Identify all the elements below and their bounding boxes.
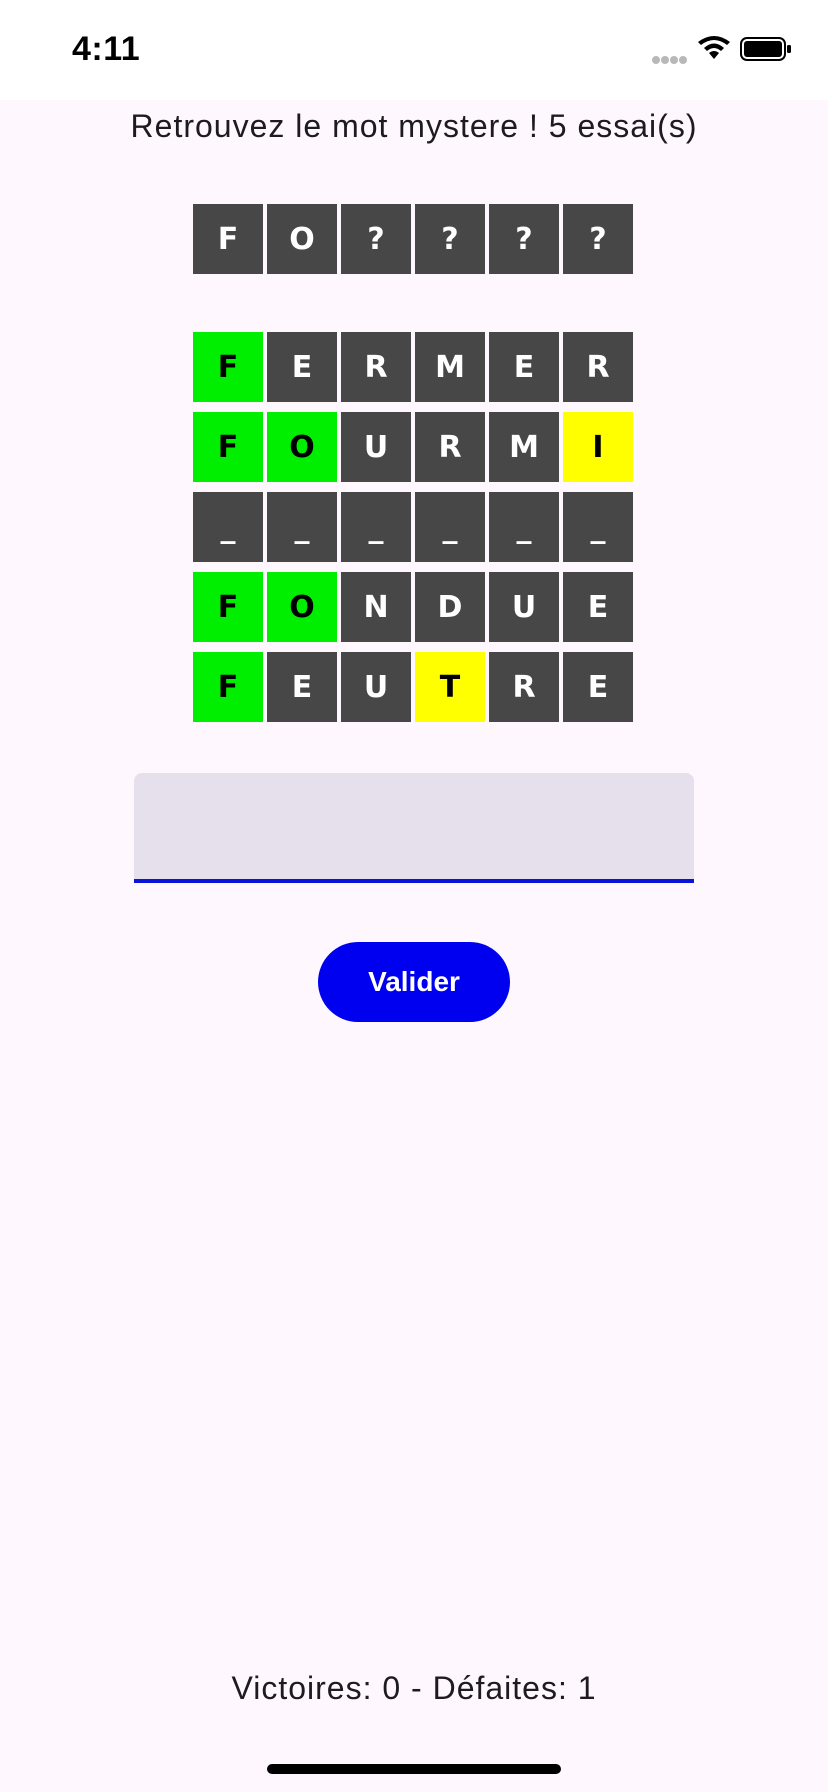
guess-tile: R	[489, 652, 559, 722]
mystery-tile: F	[193, 204, 263, 274]
guess-row: F O U R M I	[193, 412, 635, 482]
guess-tile: E	[563, 652, 633, 722]
guess-row: F E R M E R	[193, 332, 635, 402]
battery-icon	[740, 37, 791, 61]
status-time: 4:11	[72, 30, 141, 68]
guess-tile: O	[267, 572, 337, 642]
guess-tile: _	[267, 492, 337, 562]
guess-tile: F	[193, 412, 263, 482]
mystery-word-row: F O ? ? ? ?	[193, 204, 635, 274]
guess-tile: E	[267, 332, 337, 402]
guess-tile: U	[341, 652, 411, 722]
guess-tile: F	[193, 652, 263, 722]
guess-tile: M	[415, 332, 485, 402]
guess-tile: _	[563, 492, 633, 562]
cellular-signal-icon	[652, 51, 692, 64]
guess-tile: N	[341, 572, 411, 642]
guess-tile: R	[415, 412, 485, 482]
guess-tile: O	[267, 412, 337, 482]
guess-row: F E U T R E	[193, 652, 635, 722]
guess-tile: R	[563, 332, 633, 402]
guess-tile: F	[193, 332, 263, 402]
guess-tile: _	[341, 492, 411, 562]
status-bar: 4:11	[0, 0, 828, 100]
mystery-tile: ?	[341, 204, 411, 274]
guess-tile: D	[415, 572, 485, 642]
guess-tile: E	[267, 652, 337, 722]
guess-tile: F	[193, 572, 263, 642]
mystery-tile: ?	[563, 204, 633, 274]
guess-input-field[interactable]	[134, 773, 694, 883]
guess-tile: I	[563, 412, 633, 482]
validate-button[interactable]: Valider	[318, 942, 510, 1022]
guess-input[interactable]	[134, 773, 694, 879]
guess-tile: _	[415, 492, 485, 562]
guess-tile: _	[193, 492, 263, 562]
score-text: Victoires: 0 - Défaites: 1	[231, 1670, 597, 1706]
guess-row: F O N D U E	[193, 572, 635, 642]
wifi-icon	[698, 36, 730, 59]
guess-tile: E	[563, 572, 633, 642]
guess-tile: U	[341, 412, 411, 482]
guess-tile: _	[489, 492, 559, 562]
guess-tile: R	[341, 332, 411, 402]
mystery-tile: ?	[415, 204, 485, 274]
guess-row: _ _ _ _ _ _	[193, 492, 635, 562]
guess-tile: M	[489, 412, 559, 482]
mystery-tile: ?	[489, 204, 559, 274]
home-indicator	[267, 1764, 561, 1774]
guess-tile: U	[489, 572, 559, 642]
guess-tile: T	[415, 652, 485, 722]
mystery-tile: O	[267, 204, 337, 274]
page-title: Retrouvez le mot mystere ! 5 essai(s)	[130, 108, 698, 144]
guess-tile: E	[489, 332, 559, 402]
